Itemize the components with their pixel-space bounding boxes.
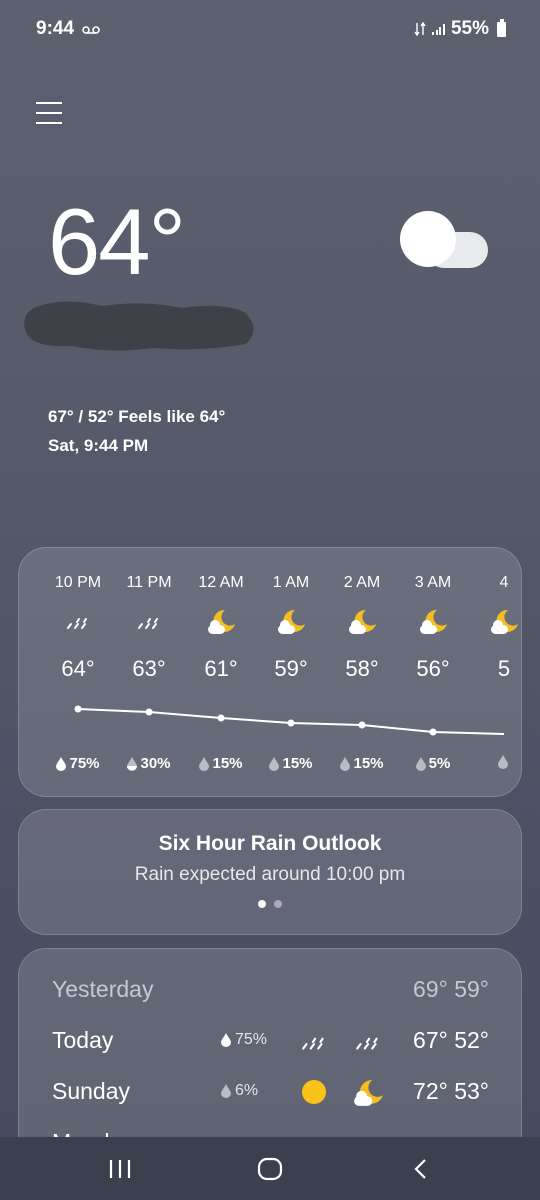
redacted-location bbox=[24, 301, 254, 351]
full-droplet-icon bbox=[221, 1033, 231, 1047]
home-button[interactable] bbox=[255, 1157, 285, 1181]
hour-precipitation: 30% bbox=[114, 755, 184, 772]
status-bar: 9:44 55% bbox=[0, 0, 540, 60]
hour-temperature: 61° bbox=[204, 656, 238, 681]
hour-temperature: 64° bbox=[61, 656, 95, 681]
moon-cloud-icon bbox=[420, 609, 447, 634]
recent-apps-button[interactable] bbox=[105, 1157, 135, 1181]
rain-outlook-title: Six Hour Rain Outlook bbox=[158, 832, 382, 855]
full-droplet-icon bbox=[56, 756, 67, 771]
rain-icon bbox=[302, 1037, 324, 1050]
hour-temperature: 56° bbox=[416, 656, 450, 681]
day-temperatures: 67° 52° bbox=[413, 1027, 489, 1053]
droplet-icon bbox=[199, 756, 210, 771]
menu-line bbox=[36, 122, 62, 124]
page-dot-active bbox=[258, 900, 266, 908]
moon-cloud-icon bbox=[354, 1080, 383, 1106]
page-dot bbox=[274, 900, 282, 908]
status-icons: 55% bbox=[414, 18, 506, 40]
back-button[interactable] bbox=[406, 1157, 436, 1181]
battery-percent: 55% bbox=[450, 18, 489, 39]
hour-time: 2 AM bbox=[343, 574, 381, 591]
hour-temperature: 63° bbox=[132, 656, 166, 681]
droplet-icon bbox=[269, 756, 280, 771]
rain-outlook-text: Rain expected around 10:00 pm bbox=[134, 864, 406, 885]
sun-icon bbox=[302, 1080, 326, 1104]
page-indicator bbox=[19, 900, 521, 908]
rain-icon bbox=[138, 618, 158, 629]
hi-lo-feels-like: 67° / 52° Feels like 64° bbox=[48, 407, 226, 426]
daily-row[interactable]: Sunday 6% 72° 53° bbox=[19, 1078, 521, 1114]
moon-cloud-icon bbox=[208, 609, 235, 634]
rain-icon bbox=[67, 618, 87, 629]
rain-outlook-card[interactable]: Six Hour Rain Outlook Rain expected arou… bbox=[18, 809, 522, 935]
data-transfer-icon bbox=[414, 21, 427, 37]
hour-time: 10 PM bbox=[54, 574, 102, 591]
half-droplet-icon bbox=[127, 756, 138, 771]
moon-cloud-icon bbox=[278, 609, 305, 634]
daily-row[interactable]: Yesterday 69° 59° bbox=[19, 976, 521, 1012]
hour-time: 4 bbox=[499, 574, 509, 591]
hour-temperature: 58° bbox=[345, 656, 379, 681]
cloud-icon bbox=[400, 211, 488, 268]
droplet-icon bbox=[221, 1084, 231, 1098]
hour-temperature: 59° bbox=[274, 656, 308, 681]
menu-line bbox=[36, 112, 62, 114]
day-name: Yesterday bbox=[52, 976, 154, 1002]
hour-time: 3 AM bbox=[414, 574, 452, 591]
current-details: 67° / 52° Feels like 64° Sat, 9:44 PM bbox=[48, 402, 225, 460]
hour-precipitation: 5% bbox=[398, 755, 468, 772]
current-temperature: 64° bbox=[48, 189, 186, 294]
day-name: Today bbox=[52, 1027, 114, 1053]
day-name: Sunday bbox=[52, 1078, 131, 1104]
battery-icon bbox=[497, 18, 506, 37]
hourly-forecast-card[interactable]: 10 PM 64° 75% 11 PM 63° 30% 12 AM 61° 15… bbox=[18, 547, 522, 797]
droplet-icon bbox=[497, 755, 508, 769]
navigation-bar bbox=[0, 1137, 540, 1200]
moon-cloud-icon bbox=[349, 609, 376, 634]
hour-precipitation bbox=[469, 755, 521, 769]
hour-time: 11 PM bbox=[126, 574, 172, 591]
hour-time: 12 AM bbox=[198, 574, 244, 591]
current-datetime: Sat, 9:44 PM bbox=[48, 436, 149, 455]
status-time: 9:44 bbox=[36, 18, 75, 39]
signal-icon bbox=[432, 23, 445, 35]
day-temperatures: 72° 53° bbox=[413, 1078, 489, 1104]
hour-temperature: 5 bbox=[497, 656, 511, 681]
hour-precipitation: 75% bbox=[43, 755, 113, 772]
day-precipitation: 75% bbox=[221, 1031, 267, 1049]
day-temperatures: 69° 59° bbox=[413, 976, 489, 1002]
hour-precipitation: 15% bbox=[256, 755, 326, 772]
hour-precipitation: 15% bbox=[327, 755, 397, 772]
moon-cloud-icon bbox=[491, 609, 518, 634]
hour-precipitation: 15% bbox=[186, 755, 256, 772]
daily-row[interactable]: Today 75% 67° 52° bbox=[19, 1027, 521, 1063]
menu-line bbox=[36, 102, 62, 104]
voicemail-icon bbox=[82, 26, 100, 34]
day-precipitation: 6% bbox=[221, 1082, 258, 1100]
rain-icon bbox=[356, 1037, 378, 1050]
droplet-icon bbox=[340, 756, 351, 771]
droplet-icon bbox=[415, 756, 426, 771]
menu-button[interactable] bbox=[36, 102, 62, 126]
hour-time: 1 AM bbox=[272, 574, 310, 591]
